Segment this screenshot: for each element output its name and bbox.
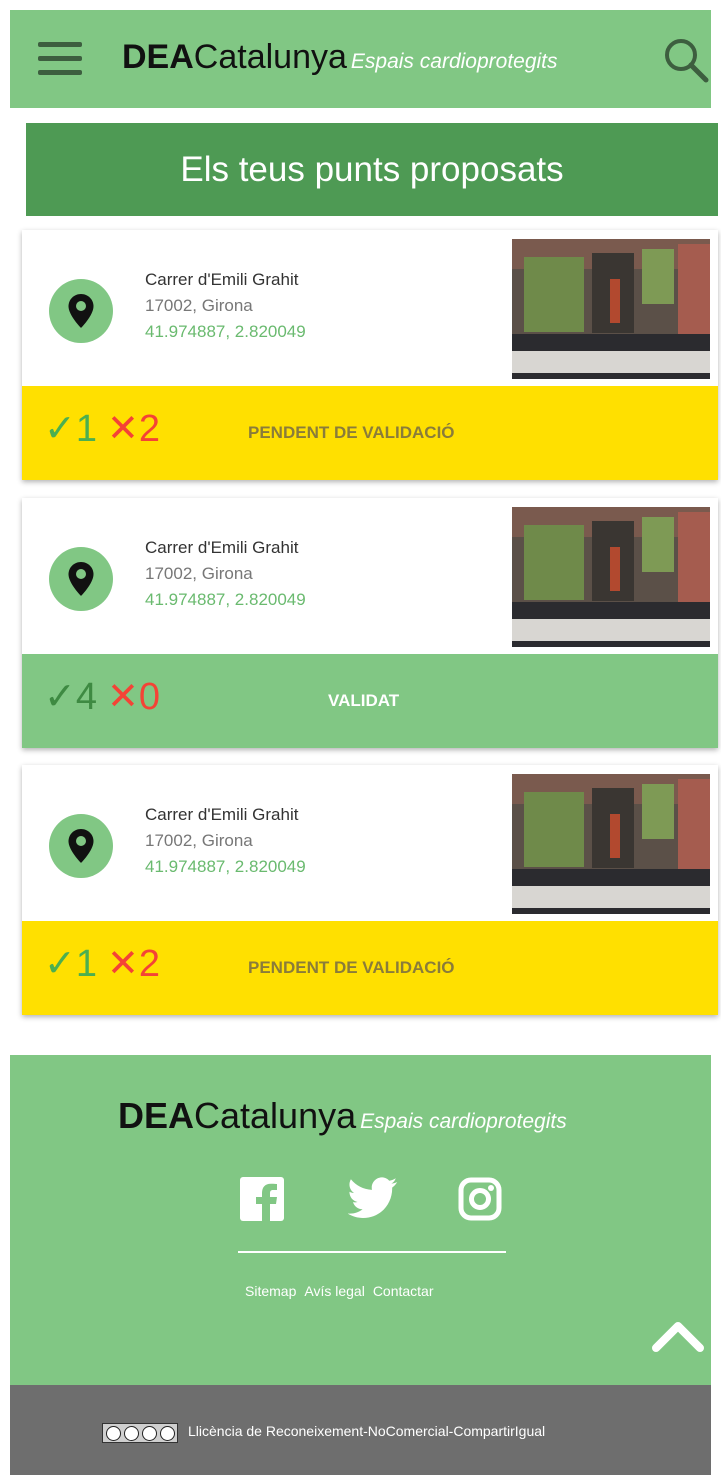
location-photo[interactable] [512,507,710,647]
sitemap-link[interactable]: Sitemap [245,1283,296,1299]
reject-count: ✕2 [106,943,160,985]
scroll-to-top-icon[interactable] [651,1319,705,1358]
facebook-icon[interactable] [240,1177,284,1226]
address-coordinates: 41.974887, 2.820049 [145,590,306,609]
location-pin-icon [49,814,113,878]
top-app-bar: DEACatalunya Espais cardioprotegits [10,10,711,108]
approve-count: ✓4 [44,676,97,718]
address-street: Carrer d'Emili Grahit [145,538,299,557]
legal-notice-link[interactable]: Avís legal [304,1283,364,1299]
vote-counts: ✓4 ✕0 [44,674,160,719]
creative-commons-badge-icon[interactable] [102,1423,178,1443]
address-coordinates: 41.974887, 2.820049 [145,322,306,341]
approve-count: ✓1 [44,943,97,985]
brand-bold-text: DEA [118,1095,195,1136]
vote-counts: ✓1 ✕2 [44,406,160,451]
page-title: Els teus punts proposats [26,123,718,216]
location-pin-icon [49,547,113,611]
location-photo[interactable] [512,774,710,914]
brand-light-text: Catalunya [194,1095,357,1136]
license-text[interactable]: Llicència de Reconeixement-NoComercial-C… [188,1423,545,1439]
address-street: Carrer d'Emili Grahit [145,805,299,824]
footer-divider [238,1251,506,1253]
location-photo[interactable] [512,239,710,379]
address-block: Carrer d'Emili Grahit 17002, Girona 41.9… [145,535,306,613]
status-badge: PENDENT DE VALIDACIÓ [248,958,455,977]
approve-count: ✓1 [44,408,97,450]
brand-tagline: Espais cardioprotegits [360,1110,567,1133]
proposal-card[interactable]: Carrer d'Emili Grahit 17002, Girona 41.9… [22,765,718,1015]
proposal-card[interactable]: Carrer d'Emili Grahit 17002, Girona 41.9… [22,498,718,748]
address-city: 17002, Girona [145,564,253,583]
address-city: 17002, Girona [145,831,253,850]
footer-links: Sitemap Avís legal Contactar [245,1283,442,1299]
address-city: 17002, Girona [145,296,253,315]
address-street: Carrer d'Emili Grahit [145,270,299,289]
license-bar: Llicència de Reconeixement-NoComercial-C… [10,1385,711,1475]
brand-tagline: Espais cardioprotegits [350,50,558,73]
instagram-icon[interactable] [458,1177,502,1226]
status-badge: VALIDAT [328,691,400,710]
status-badge: PENDENT DE VALIDACIÓ [248,423,455,442]
footer-brand-logo[interactable]: DEACatalunya Espais cardioprotegits [118,1095,567,1137]
brand-logo[interactable]: DEACatalunya Espais cardioprotegits [122,38,558,77]
address-coordinates: 41.974887, 2.820049 [145,857,306,876]
vote-counts: ✓1 ✕2 [44,941,160,986]
contact-link[interactable]: Contactar [373,1283,434,1299]
footer: DEACatalunya Espais cardioprotegits Sitem… [10,1055,711,1385]
status-bar: ✓1 ✕2 PENDENT DE VALIDACIÓ [22,386,718,480]
hamburger-menu-icon[interactable] [38,42,82,76]
brand-bold-text: DEA [122,38,194,76]
reject-count: ✕2 [106,408,160,450]
address-block: Carrer d'Emili Grahit 17002, Girona 41.9… [145,802,306,880]
proposal-card[interactable]: Carrer d'Emili Grahit 17002, Girona 41.9… [22,230,718,480]
status-bar: ✓1 ✕2 PENDENT DE VALIDACIÓ [22,921,718,1015]
location-pin-icon [49,279,113,343]
search-icon[interactable] [661,35,711,85]
brand-light-text: Catalunya [193,38,347,76]
address-block: Carrer d'Emili Grahit 17002, Girona 41.9… [145,267,306,345]
twitter-icon[interactable] [347,1177,398,1224]
reject-count: ✕0 [106,676,160,718]
status-bar: ✓4 ✕0 VALIDAT [22,654,718,748]
